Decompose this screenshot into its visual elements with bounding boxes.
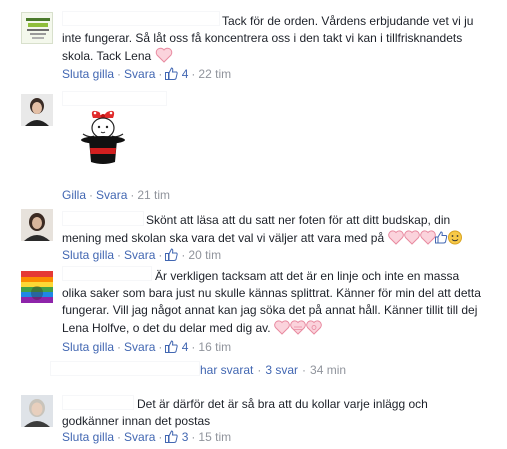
redacted-replier-name: [50, 361, 200, 376]
comment-3-text: Skönt att läsa att du satt ner foten för…: [62, 212, 502, 250]
unlike-link[interactable]: Sluta gilla: [62, 67, 114, 81]
comment-2-actions: Gilla · Svara · 21 tim: [62, 188, 171, 202]
like-link[interactable]: Gilla: [62, 188, 86, 202]
heart-emojis: [274, 319, 324, 340]
unlike-link[interactable]: Sluta gilla: [62, 248, 114, 262]
like-count[interactable]: 4: [182, 67, 189, 81]
view-replies-link[interactable]: 3 svar: [265, 363, 298, 377]
reply-link[interactable]: Svara: [124, 430, 155, 444]
replies-time: 34 min: [310, 363, 347, 377]
comment-3-actions: Sluta gilla · Svara · · 20 tim: [62, 248, 222, 262]
unlike-link[interactable]: Sluta gilla: [62, 340, 114, 354]
commenter-avatar-4-rainbow[interactable]: [21, 271, 53, 303]
unlike-link[interactable]: Sluta gilla: [62, 430, 114, 444]
comment-time[interactable]: 22 tim: [198, 67, 231, 81]
emoji-reactions: [387, 229, 462, 250]
like-count[interactable]: 3: [182, 430, 189, 444]
replied-label[interactable]: har svarat: [200, 363, 253, 377]
comment-5-actions: Sluta gilla · Svara · 3 · 15 tim: [62, 430, 232, 444]
reply-link[interactable]: Svara: [124, 67, 155, 81]
comment-time[interactable]: 16 tim: [198, 340, 231, 354]
comment-time[interactable]: 20 tim: [188, 248, 221, 262]
comment-5-text: Det är därför det är så bra att du kolla…: [62, 397, 428, 428]
comment-4-text: Är verkligen tacksam att det är en linje…: [62, 268, 502, 340]
comment-1-text: Tack för de orden. Vårdens erbjudande ve…: [62, 14, 474, 63]
commenter-avatar-1[interactable]: [21, 12, 53, 44]
thumbs-up-icon[interactable]: [165, 340, 179, 353]
thumbs-up-icon[interactable]: [165, 248, 179, 261]
reply-link[interactable]: Svara: [96, 188, 127, 202]
comment-time[interactable]: 21 tim: [137, 188, 170, 202]
replies-summary: har svarat · 3 svar · 34 min: [200, 363, 347, 377]
comment-4-actions: Sluta gilla · Svara · 4 · 16 tim: [62, 340, 232, 354]
thumbs-up-icon[interactable]: [165, 430, 179, 443]
reply-link[interactable]: Svara: [124, 248, 155, 262]
like-count[interactable]: 4: [182, 340, 189, 354]
heart-emoji-icon: [155, 47, 172, 63]
reply-link[interactable]: Svara: [124, 340, 155, 354]
commenter-avatar-5[interactable]: [21, 395, 53, 427]
commenter-avatar-2[interactable]: [21, 94, 53, 126]
commenter-avatar-3[interactable]: [21, 209, 53, 241]
comment-1-actions: Sluta gilla · Svara · 4 · 22 tim: [62, 67, 232, 81]
thumbs-up-icon[interactable]: [165, 67, 179, 80]
magician-hat-sticker: [81, 110, 125, 164]
comment-time[interactable]: 15 tim: [198, 430, 231, 444]
